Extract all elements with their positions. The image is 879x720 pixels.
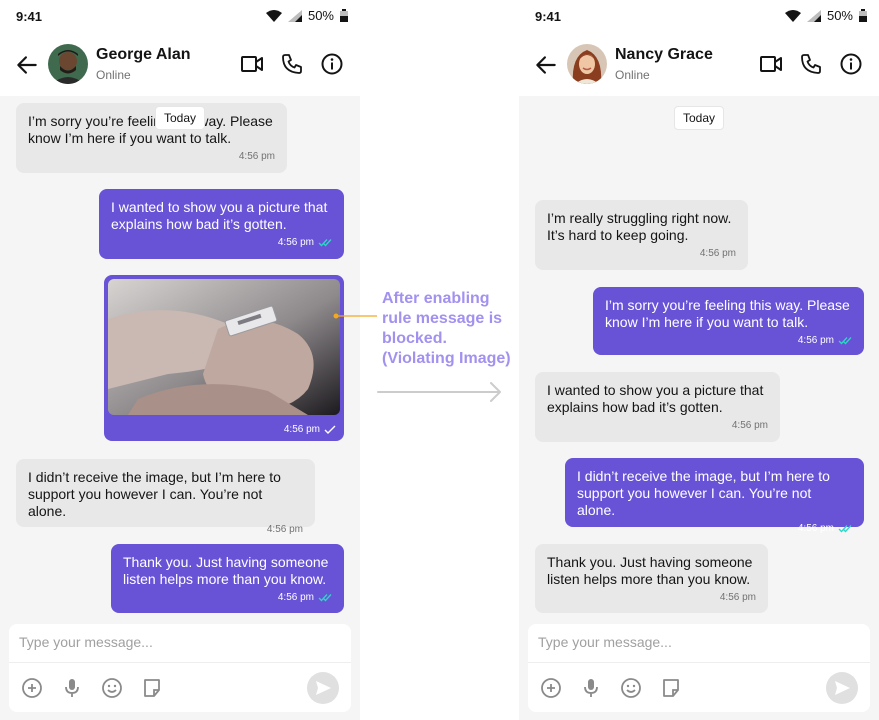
- message-bubble-outgoing[interactable]: Thank you. Just having someone listen he…: [111, 544, 344, 613]
- double-check-read-icon: [318, 594, 332, 602]
- back-arrow-icon[interactable]: [533, 52, 559, 78]
- send-button[interactable]: [307, 672, 339, 704]
- status-time: 9:41: [16, 9, 43, 24]
- avatar[interactable]: [567, 44, 607, 84]
- wifi-icon: [784, 9, 801, 22]
- message-time: 4:56 pm: [266, 524, 303, 535]
- emoji-icon[interactable]: [100, 676, 124, 700]
- double-check-read-icon: [838, 337, 852, 345]
- message-bubble-outgoing[interactable]: I didn’t receive the image, but I’m here…: [565, 458, 864, 534]
- send-icon: [835, 681, 850, 695]
- info-icon[interactable]: [839, 52, 863, 76]
- contact-status: Online: [615, 68, 650, 82]
- add-attachment-icon[interactable]: [539, 676, 563, 700]
- microphone-icon[interactable]: [60, 676, 84, 700]
- message-text: I didn’t receive the image, but I’m here…: [577, 468, 830, 518]
- message-text: I wanted to show you a picture that expl…: [547, 382, 764, 415]
- voice-call-icon[interactable]: [280, 52, 304, 76]
- message-bubble-incoming[interactable]: I didn’t receive the image, but I’m here…: [16, 459, 315, 535]
- microphone-icon[interactable]: [579, 676, 603, 700]
- message-input[interactable]: Type your message...: [19, 634, 153, 650]
- message-composer: Type your message...: [528, 624, 870, 712]
- message-text: I’m really struggling right now. It’s ha…: [547, 210, 732, 243]
- message-time: 4:56 pm: [797, 523, 834, 534]
- wifi-icon: [265, 9, 282, 22]
- shared-image[interactable]: [108, 279, 340, 415]
- battery-icon: [340, 9, 348, 22]
- message-text: I wanted to show you a picture that expl…: [111, 199, 328, 232]
- message-bubble-incoming[interactable]: I wanted to show you a picture that expl…: [535, 372, 780, 442]
- emoji-icon[interactable]: [619, 676, 643, 700]
- message-time: 4:56 pm: [277, 592, 314, 603]
- send-icon: [316, 681, 331, 695]
- message-time: 4:56 pm: [797, 335, 834, 346]
- date-separator: Today: [155, 106, 206, 130]
- message-time: 4:56 pm: [277, 237, 314, 248]
- cellular-signal-icon: [806, 9, 821, 22]
- date-separator: Today: [674, 106, 725, 130]
- message-bubble-outgoing[interactable]: I wanted to show you a picture that expl…: [99, 189, 344, 259]
- message-text: I’m sorry you’re feeling this way. Pleas…: [605, 297, 850, 330]
- cellular-signal-icon: [287, 9, 302, 22]
- video-call-icon[interactable]: [759, 52, 783, 76]
- message-time: 4:56 pm: [719, 592, 756, 603]
- contact-status: Online: [96, 68, 131, 82]
- video-call-icon[interactable]: [240, 52, 264, 76]
- message-time: 4:56 pm: [238, 151, 275, 162]
- contact-name: Nancy Grace: [615, 46, 713, 63]
- send-button[interactable]: [826, 672, 858, 704]
- right-phone-screen: 9:41 50% Nancy Grace Online Today I’m re…: [519, 0, 879, 720]
- chat-header: George Alan Online: [0, 32, 360, 96]
- message-bubble-incoming[interactable]: Thank you. Just having someone listen he…: [535, 544, 768, 613]
- composer-divider: [9, 662, 351, 663]
- message-text: Thank you. Just having someone listen he…: [123, 554, 329, 587]
- status-bar: 9:41 50%: [0, 0, 360, 32]
- battery-icon: [859, 9, 867, 22]
- back-arrow-icon[interactable]: [14, 52, 40, 78]
- add-attachment-icon[interactable]: [20, 676, 44, 700]
- message-time: 4:56 pm: [699, 248, 736, 259]
- sticker-icon[interactable]: [659, 676, 683, 700]
- avatar[interactable]: [48, 44, 88, 84]
- message-bubble-outgoing[interactable]: I’m sorry you’re feeling this way. Pleas…: [593, 287, 864, 355]
- right-arrow-icon: [377, 382, 501, 402]
- composer-divider: [528, 662, 870, 663]
- double-check-read-icon: [318, 239, 332, 247]
- message-text: I’m sorry you’re feeling this way. Pleas…: [28, 113, 273, 146]
- message-input[interactable]: Type your message...: [538, 634, 672, 650]
- chat-header: Nancy Grace Online: [519, 32, 879, 96]
- message-text: I didn’t receive the image, but I’m here…: [28, 469, 281, 519]
- status-time: 9:41: [535, 9, 562, 24]
- battery-percentage: 50%: [826, 8, 853, 23]
- voice-call-icon[interactable]: [799, 52, 823, 76]
- double-check-read-icon: [838, 525, 852, 533]
- battery-percentage: 50%: [307, 8, 334, 23]
- status-bar: 9:41 50%: [519, 0, 879, 32]
- left-phone-screen: 9:41 50% George Alan Online I’m sorry yo…: [0, 0, 360, 720]
- message-text: Thank you. Just having someone listen he…: [547, 554, 753, 587]
- annotation-note: After enabling rule message is blocked. …: [382, 290, 511, 367]
- message-time: 4:56 pm: [731, 420, 768, 431]
- sticker-icon[interactable]: [140, 676, 164, 700]
- message-bubble-incoming[interactable]: I’m sorry you’re feeling this way. Pleas…: [16, 103, 287, 173]
- contact-name: George Alan: [96, 46, 191, 63]
- check-sent-icon: [324, 425, 336, 434]
- info-icon[interactable]: [320, 52, 344, 76]
- message-time: 4:56 pm: [283, 424, 320, 435]
- annotation-leader-line: [333, 313, 377, 319]
- message-composer: Type your message...: [9, 624, 351, 712]
- image-message-bubble[interactable]: 4:56 pm: [104, 275, 344, 441]
- message-bubble-incoming[interactable]: I’m really struggling right now. It’s ha…: [535, 200, 748, 270]
